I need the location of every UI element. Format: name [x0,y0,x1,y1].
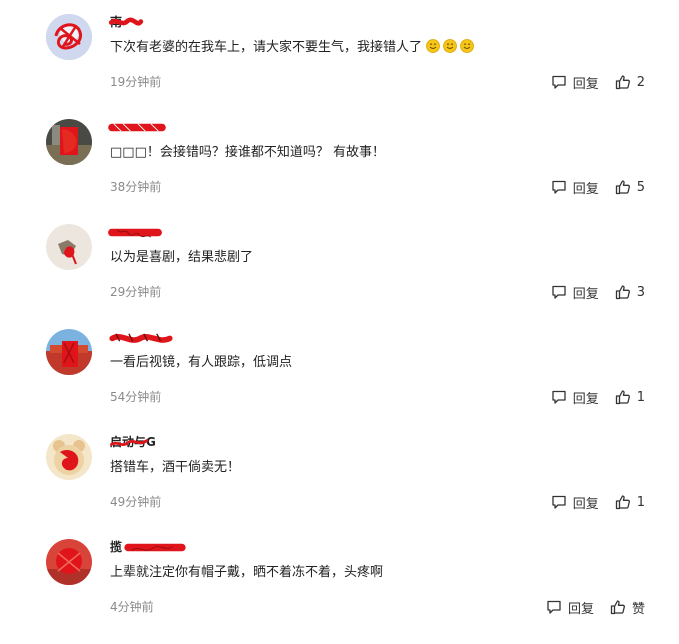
comment-item: 南 下次有老婆的在我车上，请大家不要生气，我接错人了 19分钟前 回复 2 [0,14,679,119]
comment-item: 以为是喜剧，结果悲剧了 29分钟前 回复 3 [0,224,679,329]
timestamp: 49分钟前 [110,495,162,509]
reply-label: 回复 [567,601,594,617]
thumbs-up-icon [615,75,630,90]
comment-item: 启动与G 搭错车，酒干倘卖无！ 49分钟前 回复 1 [0,434,679,539]
comment-actions: 回复 2 [551,73,645,92]
reply-button[interactable]: 回复 [551,73,599,92]
comment-item: 一看后视镜，有人跟踪，低调点 54分钟前 回复 1 [0,329,679,434]
speech-bubble-icon [552,390,566,404]
username-redaction [109,333,173,343]
like-count: 2 [636,74,645,90]
reply-button[interactable]: 回复 [551,283,599,302]
speech-bubble-icon [552,495,566,509]
username-redaction [108,123,166,132]
avatar[interactable] [46,434,92,480]
reply-label: 回复 [572,391,599,407]
emoji-group [426,39,477,59]
thumbs-up-icon [615,390,630,405]
comment-actions: 回复 1 [551,388,645,407]
reply-label: 回复 [572,76,599,92]
like-button[interactable]: 5 [615,179,645,195]
reply-button[interactable]: 回复 [546,598,594,617]
comment-text: 以为是喜剧，结果悲剧了 [110,250,254,265]
speech-bubble-icon [552,285,566,299]
smiley-emoji-icon [443,39,457,53]
reply-button[interactable]: 回复 [551,178,599,197]
thumbs-up-icon [615,180,630,195]
like-button[interactable]: 3 [615,284,645,300]
speech-bubble-icon [552,75,566,89]
avatar[interactable] [46,14,92,60]
username-redaction [110,439,149,447]
reply-label: 回复 [572,286,599,302]
like-button[interactable]: 1 [615,389,645,405]
comment-actions: 回复 5 [551,178,645,197]
speech-bubble-icon [552,180,566,194]
timestamp: 19分钟前 [110,75,162,89]
like-label: 赞 [631,601,645,617]
reply-button[interactable]: 回复 [551,493,599,512]
smiley-emoji-icon [426,39,440,53]
timestamp: 54分钟前 [110,390,162,404]
username-redaction [108,17,144,26]
comment-actions: 回复 赞 [546,598,645,617]
like-button[interactable]: 赞 [610,598,645,617]
comment-text: □□□！会接错吗？接谁都不知道吗？ 有故事！ [110,145,385,160]
like-button[interactable]: 1 [615,494,645,510]
avatar[interactable] [46,539,92,585]
thumbs-up-icon [610,600,625,615]
comment-actions: 回复 1 [551,493,645,512]
comment-text: 搭错车，酒干倘卖无！ [110,460,241,475]
comment-item: □□□！会接错吗？接谁都不知道吗？ 有故事！ 38分钟前 回复 5 [0,119,679,224]
username[interactable]: 揽 [110,539,122,555]
like-count: 3 [636,284,645,300]
timestamp: 4分钟前 [110,600,154,614]
smiley-emoji-icon [460,39,474,53]
thumbs-up-icon [615,495,630,510]
like-button[interactable]: 2 [615,74,645,90]
username-redaction [124,543,186,552]
comment-text: 下次有老婆的在我车上，请大家不要生气，我接错人了 [110,39,477,59]
comment-text: 上辈就注定你有帽子戴，晒不着冻不着，头疼啊 [110,565,384,580]
username-redaction [108,228,162,238]
comment-actions: 回复 3 [551,283,645,302]
reply-label: 回复 [572,496,599,512]
speech-bubble-icon [547,600,561,614]
timestamp: 38分钟前 [110,180,162,194]
like-count: 5 [636,179,645,195]
reply-button[interactable]: 回复 [551,388,599,407]
avatar[interactable] [46,224,92,270]
reply-label: 回复 [572,181,599,197]
like-count: 1 [636,389,645,405]
timestamp: 29分钟前 [110,285,162,299]
avatar[interactable] [46,329,92,375]
comment-text: 一看后视镜，有人跟踪，低调点 [110,355,293,370]
comment-item: 揽 上辈就注定你有帽子戴，晒不着冻不着，头疼啊 4分钟前 回复 赞 [0,539,679,644]
like-count: 1 [636,494,645,510]
avatar[interactable] [46,119,92,165]
thumbs-up-icon [615,285,630,300]
